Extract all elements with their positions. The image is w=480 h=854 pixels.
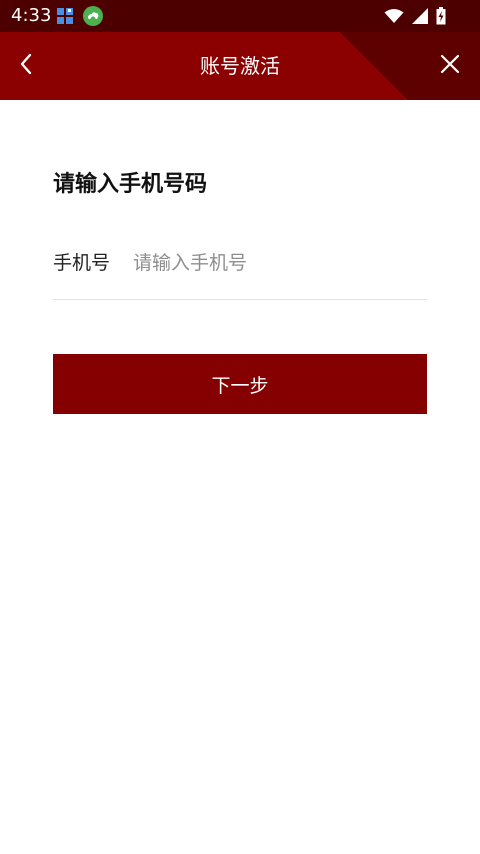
input-divider: [53, 299, 427, 300]
status-bar: 4:33: [0, 0, 480, 32]
cell-signal-icon: [412, 8, 428, 24]
cloud-sync-icon: [83, 6, 103, 26]
phone-label: 手机号: [53, 252, 111, 274]
phone-row: 手机号: [53, 243, 427, 287]
status-left-icons: [56, 6, 103, 26]
next-button[interactable]: 下一步: [53, 354, 427, 414]
app-bar: 账号激活: [0, 32, 480, 100]
windows-app-icon: [56, 7, 74, 25]
wifi-icon: [384, 8, 404, 24]
status-right-icons: [384, 6, 446, 26]
battery-charging-icon: [436, 7, 446, 25]
section-heading: 请输入手机号码: [53, 172, 208, 197]
page-title: 账号激活: [200, 54, 280, 78]
status-time: 4:33: [11, 5, 52, 26]
content-area: 请输入手机号码 手机号 下一步: [0, 100, 480, 854]
close-icon: [440, 54, 460, 78]
close-button[interactable]: [430, 44, 470, 88]
phone-input[interactable]: [133, 243, 423, 283]
activation-screen: 4:33 账号激活 请输入手机号码 手机号 请输入手机号 下一步: [0, 0, 480, 854]
